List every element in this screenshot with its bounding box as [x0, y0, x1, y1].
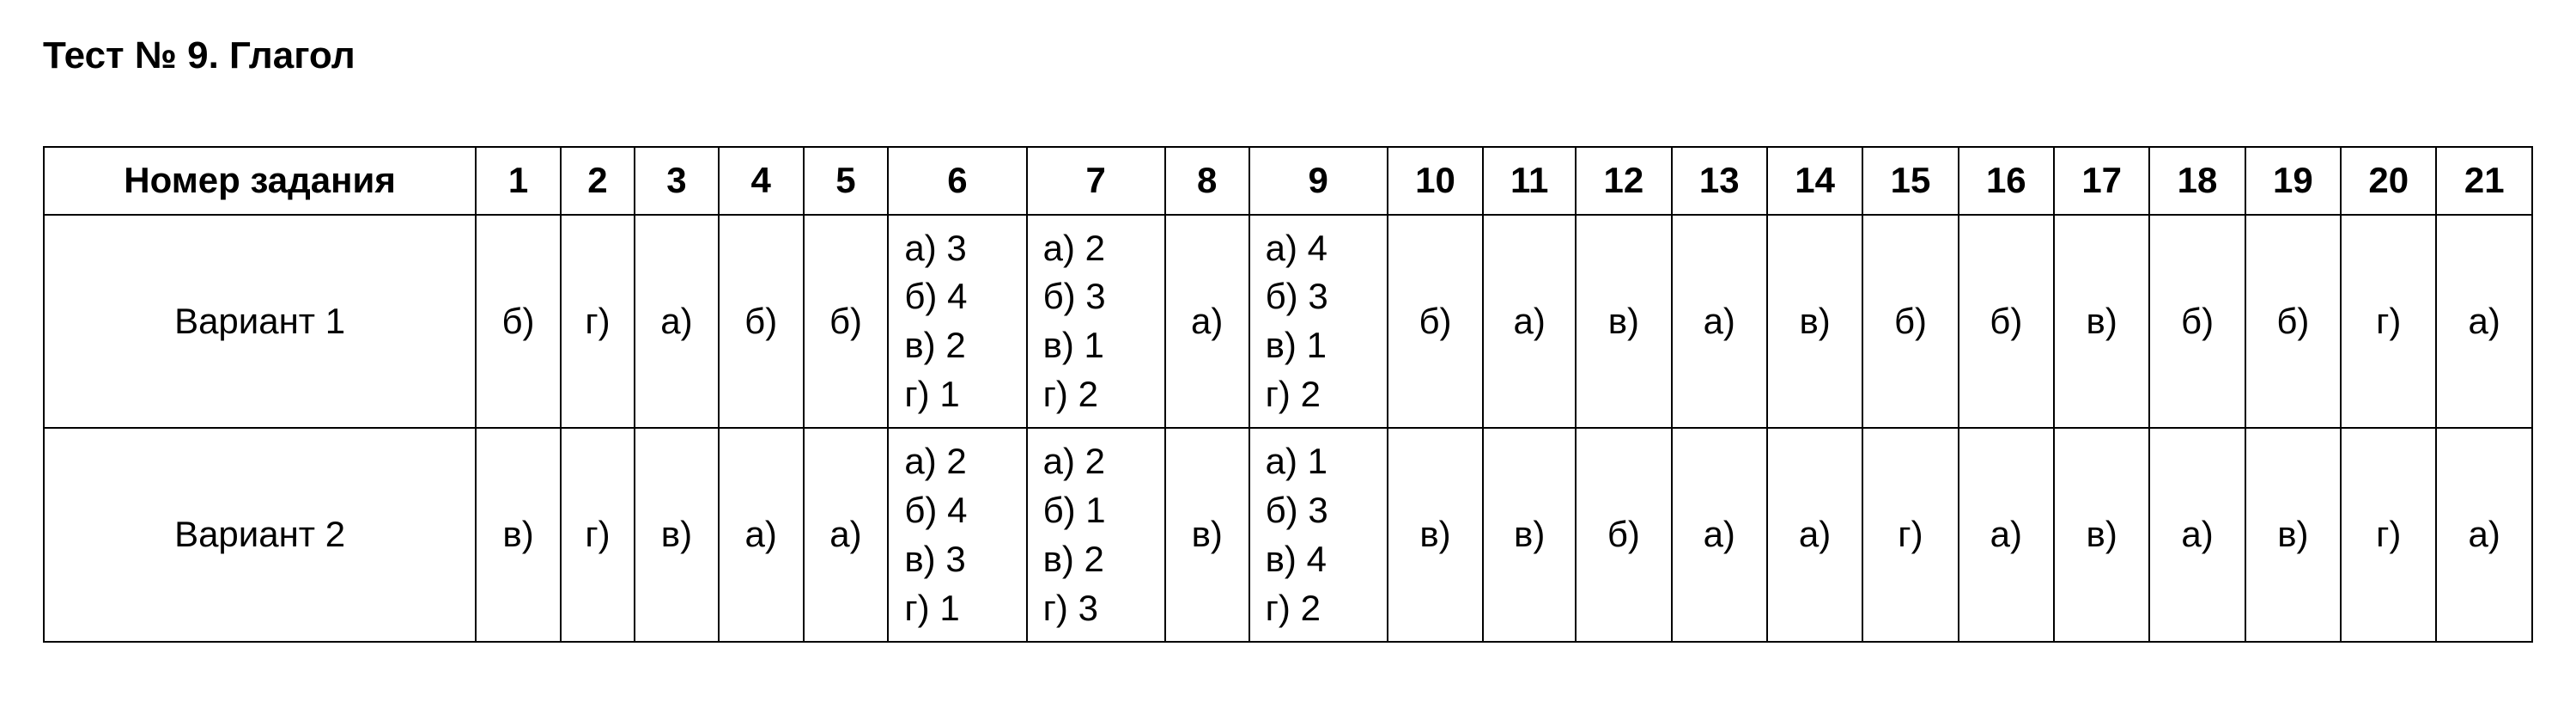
column-header: 21	[2436, 147, 2532, 215]
column-header: 9	[1249, 147, 1388, 215]
answer-cell: а) 3 б) 4 в) 2 г) 1	[888, 215, 1026, 429]
table-header-row: Номер задания 12345678910111213141516171…	[44, 147, 2532, 215]
answer-cell: а) 1 б) 3 в) 4 г) 2	[1249, 428, 1388, 642]
column-header: 7	[1027, 147, 1165, 215]
column-header: 6	[888, 147, 1026, 215]
row-label: Вариант 2	[44, 428, 476, 642]
table-body: Вариант 1б)г)а)б)б)а) 3 б) 4 в) 2 г) 1а)…	[44, 215, 2532, 643]
answer-cell: а)	[1767, 428, 1862, 642]
header-label: Номер задания	[44, 147, 476, 215]
answer-cell: в)	[635, 428, 719, 642]
answer-key-table: Номер задания 12345678910111213141516171…	[43, 146, 2533, 643]
column-header: 1	[476, 147, 561, 215]
column-header: 8	[1165, 147, 1249, 215]
column-header: 15	[1862, 147, 1958, 215]
column-header: 16	[1959, 147, 2054, 215]
answer-cell: б)	[1388, 215, 1483, 429]
answer-cell: а)	[804, 428, 889, 642]
column-header: 4	[719, 147, 804, 215]
column-header: 20	[2341, 147, 2436, 215]
answer-cell: а)	[2149, 428, 2245, 642]
answer-cell: б)	[2149, 215, 2245, 429]
answer-cell: в)	[1165, 428, 1249, 642]
column-header: 5	[804, 147, 889, 215]
column-header: 2	[561, 147, 635, 215]
answer-cell: в)	[1483, 428, 1576, 642]
page-title: Тест № 9. Глагол	[43, 34, 2533, 77]
column-header: 13	[1672, 147, 1767, 215]
answer-cell: а) 2 б) 1 в) 2 г) 3	[1027, 428, 1165, 642]
answer-cell: в)	[1767, 215, 1862, 429]
column-header: 14	[1767, 147, 1862, 215]
answer-cell: в)	[2054, 215, 2149, 429]
answer-cell: а) 2 б) 3 в) 1 г) 2	[1027, 215, 1165, 429]
column-header: 12	[1576, 147, 1671, 215]
column-header: 18	[2149, 147, 2245, 215]
table-row: Вариант 2в)г)в)а)а)а) 2 б) 4 в) 3 г) 1а)…	[44, 428, 2532, 642]
answer-cell: а)	[1672, 215, 1767, 429]
answer-cell: в)	[1388, 428, 1483, 642]
answer-cell: а)	[1672, 428, 1767, 642]
answer-cell: а)	[719, 428, 804, 642]
column-header: 11	[1483, 147, 1576, 215]
answer-cell: б)	[804, 215, 889, 429]
answer-cell: а)	[635, 215, 719, 429]
column-header: 3	[635, 147, 719, 215]
answer-cell: а)	[2436, 215, 2532, 429]
answer-cell: б)	[2245, 215, 2341, 429]
answer-cell: б)	[719, 215, 804, 429]
row-label: Вариант 1	[44, 215, 476, 429]
answer-cell: г)	[2341, 428, 2436, 642]
answer-cell: г)	[561, 428, 635, 642]
column-header: 10	[1388, 147, 1483, 215]
answer-cell: б)	[1576, 428, 1671, 642]
answer-cell: а)	[1483, 215, 1576, 429]
column-header: 17	[2054, 147, 2149, 215]
answer-cell: б)	[1959, 215, 2054, 429]
answer-cell: а) 4 б) 3 в) 1 г) 2	[1249, 215, 1388, 429]
answer-cell: г)	[1862, 428, 1958, 642]
answer-cell: б)	[476, 215, 561, 429]
column-header: 19	[2245, 147, 2341, 215]
answer-cell: а) 2 б) 4 в) 3 г) 1	[888, 428, 1026, 642]
answer-cell: а)	[1959, 428, 2054, 642]
answer-cell: в)	[2054, 428, 2149, 642]
answer-cell: в)	[476, 428, 561, 642]
answer-cell: в)	[2245, 428, 2341, 642]
answer-cell: а)	[1165, 215, 1249, 429]
answer-cell: г)	[561, 215, 635, 429]
answer-cell: в)	[1576, 215, 1671, 429]
answer-cell: б)	[1862, 215, 1958, 429]
answer-cell: а)	[2436, 428, 2532, 642]
answer-cell: г)	[2341, 215, 2436, 429]
table-row: Вариант 1б)г)а)б)б)а) 3 б) 4 в) 2 г) 1а)…	[44, 215, 2532, 429]
